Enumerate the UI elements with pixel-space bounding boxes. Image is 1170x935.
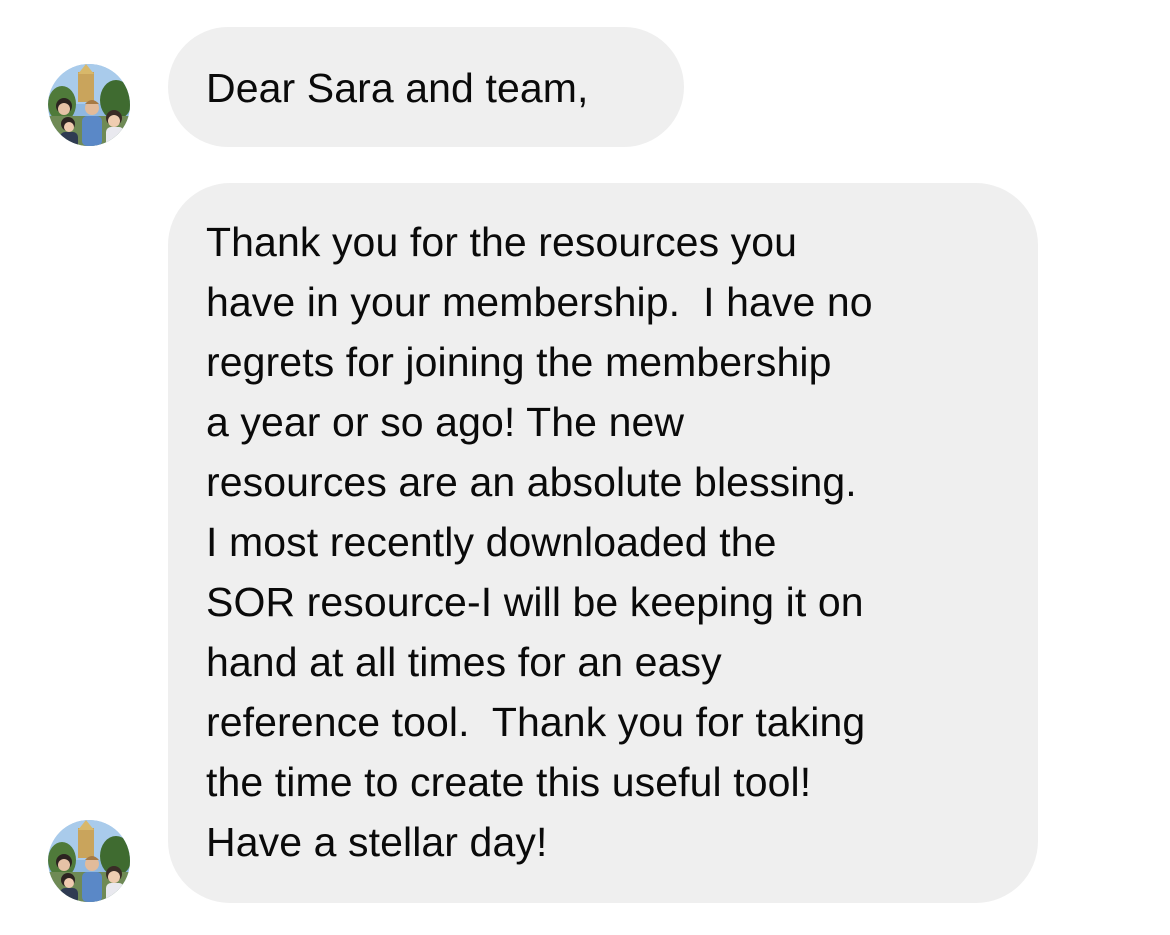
message-text-line: I most recently downloaded the [206, 519, 777, 565]
message-bubble-greeting[interactable]: Dear Sara and team, [168, 27, 684, 147]
message-text-line: have in your membership. I have no [206, 279, 873, 325]
message-text-line: Have a stellar day! [206, 819, 548, 865]
sender-avatar[interactable] [48, 64, 130, 146]
message-text-line: reference tool. Thank you for taking [206, 699, 866, 745]
message-text-line: SOR resource-I will be keeping it on [206, 579, 864, 625]
message-text-line: hand at all times for an easy [206, 639, 722, 685]
message-bubble-body[interactable]: Thank you for the resources you have in … [168, 183, 1038, 903]
message-text-line: the time to create this useful tool! [206, 759, 812, 805]
message-text-line: resources are an absolute blessing. [206, 459, 857, 505]
message-text-line: Dear Sara and team, [206, 65, 589, 111]
avatar-photo-icon [48, 64, 130, 146]
message-text-line: regrets for joining the membership [206, 339, 832, 385]
message-text-line: Thank you for the resources you [206, 219, 798, 265]
avatar-photo-icon [48, 820, 130, 902]
message-text-line: a year or so ago! The new [206, 399, 685, 445]
sender-avatar[interactable] [48, 820, 130, 902]
